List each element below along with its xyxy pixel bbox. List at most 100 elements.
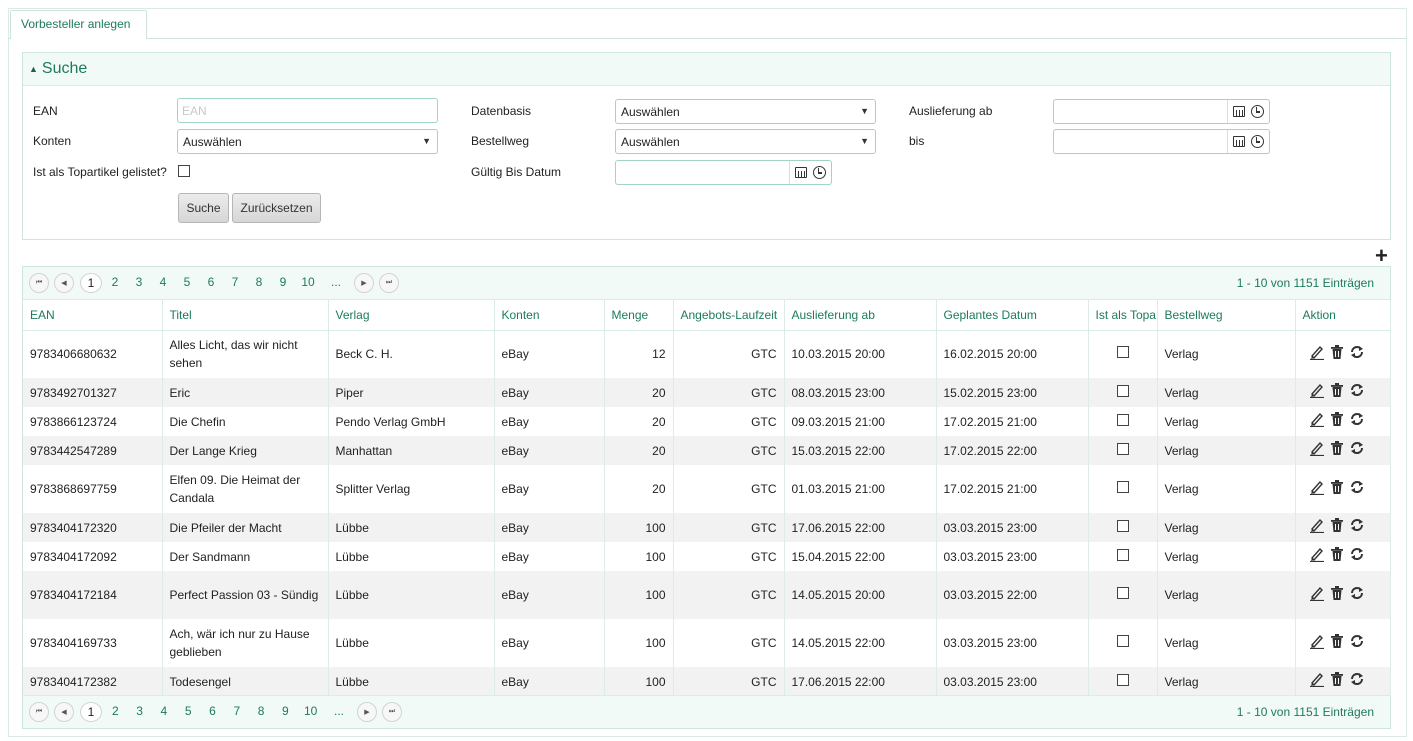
page-link-5[interactable]: 5 [176, 275, 198, 289]
table-row[interactable]: 9783404172382 Todesengel Lübbe eBay 100 GTC 17… [23, 667, 1391, 696]
table-row[interactable]: 9783866123724 Die Chefin Pendo Verlag GmbH… [23, 407, 1391, 436]
column-header[interactable]: Angebots-Laufzeit [673, 300, 785, 331]
page-link-7[interactable]: 7 [224, 275, 246, 289]
refresh-icon[interactable] [1349, 585, 1365, 606]
topartikel-row-checkbox[interactable] [1116, 635, 1129, 647]
column-header[interactable]: Ist als Topa [1088, 300, 1158, 331]
column-header[interactable]: EAN [23, 300, 163, 331]
topartikel-row-checkbox[interactable] [1116, 442, 1129, 455]
collapse-triangle-icon[interactable]: ▲ [29, 64, 38, 74]
page-link-2[interactable]: 2 [104, 275, 126, 289]
refresh-icon[interactable] [1349, 440, 1365, 461]
column-header[interactable]: Aktion [1295, 300, 1391, 331]
trash-icon[interactable] [1329, 479, 1345, 500]
first-page-icon[interactable]: ⏮ [29, 273, 49, 293]
column-header[interactable]: Geplantes Datum [936, 300, 1089, 331]
next-page-icon[interactable]: ▶ [357, 702, 377, 722]
tab-vorbesteller-anlegen[interactable]: Vorbesteller anlegen [10, 10, 147, 39]
bis-input[interactable] [1054, 130, 1224, 153]
trash-icon[interactable] [1329, 633, 1345, 654]
topartikel-row-checkbox[interactable] [1116, 587, 1129, 599]
trash-icon[interactable] [1329, 344, 1345, 365]
first-page-icon[interactable]: ⏮ [29, 702, 49, 722]
refresh-icon[interactable] [1349, 479, 1365, 500]
trash-icon[interactable] [1329, 546, 1345, 567]
trash-icon[interactable] [1329, 585, 1345, 606]
last-page-icon[interactable]: ⏭ [379, 273, 399, 293]
bis-date-field[interactable] [1053, 129, 1270, 154]
table-row[interactable]: 9783404172320 Die Pfeiler der Macht Lübbe e… [23, 513, 1391, 542]
page-link-2[interactable]: 2 [104, 704, 126, 718]
page-link-1[interactable]: 1 [80, 702, 102, 722]
topartikel-row-checkbox[interactable] [1116, 346, 1129, 359]
calendar-icon[interactable] [1233, 106, 1246, 117]
edit-icon[interactable] [1309, 479, 1325, 500]
page-link-9[interactable]: 9 [272, 275, 294, 289]
trash-icon[interactable] [1329, 671, 1345, 692]
trash-icon[interactable] [1329, 517, 1345, 538]
edit-icon[interactable] [1309, 440, 1325, 461]
column-header[interactable]: Bestellweg [1157, 300, 1296, 331]
table-row[interactable]: 9783404172184 Perfect Passion 03 - Sündig… [23, 571, 1391, 619]
ean-field[interactable] [177, 98, 438, 123]
refresh-icon[interactable] [1349, 382, 1365, 403]
edit-icon[interactable] [1309, 411, 1325, 432]
page-link-3[interactable]: 3 [128, 275, 150, 289]
search-header[interactable]: ▲ Suche [23, 53, 1390, 86]
clock-icon[interactable] [812, 166, 826, 179]
auslieferung-ab-date-field[interactable] [1053, 99, 1270, 124]
refresh-icon[interactable] [1349, 411, 1365, 432]
trash-icon[interactable] [1329, 382, 1345, 403]
edit-icon[interactable] [1309, 517, 1325, 538]
trash-icon[interactable] [1329, 440, 1345, 461]
refresh-icon[interactable] [1349, 671, 1365, 692]
edit-icon[interactable] [1309, 671, 1325, 692]
page-link-10[interactable]: 10 [300, 704, 322, 718]
clock-icon[interactable] [1250, 105, 1264, 118]
column-header[interactable]: Menge [604, 300, 674, 331]
page-link-6[interactable]: 6 [202, 704, 224, 718]
column-header[interactable]: Titel [162, 300, 329, 331]
bestellweg-select[interactable]: Auswählen ▼ [615, 129, 876, 154]
last-page-icon[interactable]: ⏭ [382, 702, 402, 722]
column-header[interactable]: Auslieferung ab [784, 300, 937, 331]
ean-input[interactable] [178, 99, 437, 122]
table-row[interactable]: 9783868697759 Elfen 09. Die Heimat der Ca… [23, 465, 1391, 513]
table-row[interactable]: 9783406680632 Alles Licht, das wir nicht … [23, 330, 1391, 378]
calendar-icon[interactable] [1233, 136, 1246, 147]
page-link-4[interactable]: 4 [152, 275, 174, 289]
reset-button[interactable]: Zurücksetzen [232, 193, 321, 223]
page-link-7[interactable]: 7 [226, 704, 248, 718]
refresh-icon[interactable] [1349, 344, 1365, 365]
topartikel-row-checkbox[interactable] [1116, 673, 1129, 686]
gueltig-bis-input[interactable] [616, 161, 786, 184]
topartikel-row-checkbox[interactable] [1116, 384, 1129, 397]
page-link-11[interactable]: ... [328, 704, 350, 718]
table-row[interactable]: 9783492701327 Eric Piper eBay 20 GTC 08.03.201… [23, 378, 1391, 407]
table-row[interactable]: 9783404172092 Der Sandmann Lübbe eBay 100 GTC… [23, 542, 1391, 571]
edit-icon[interactable] [1309, 344, 1325, 365]
topartikel-row-checkbox[interactable] [1116, 519, 1129, 532]
next-page-icon[interactable]: ▶ [354, 273, 374, 293]
plus-icon[interactable]: + [1375, 245, 1388, 267]
calendar-icon[interactable] [795, 167, 808, 178]
page-link-10[interactable]: 10 [297, 275, 319, 289]
topartikel-row-checkbox[interactable] [1116, 481, 1129, 493]
datenbasis-select[interactable]: Auswählen ▼ [615, 99, 876, 124]
edit-icon[interactable] [1309, 633, 1325, 654]
page-link-9[interactable]: 9 [274, 704, 296, 718]
page-link-3[interactable]: 3 [129, 704, 151, 718]
table-row[interactable]: 9783442547289 Der Lange Krieg Manhattan eBa… [23, 436, 1391, 465]
konten-select[interactable]: Auswählen ▼ [177, 129, 438, 154]
clock-icon[interactable] [1250, 135, 1264, 148]
edit-icon[interactable] [1309, 585, 1325, 606]
topartikel-row-checkbox[interactable] [1116, 548, 1129, 561]
page-link-5[interactable]: 5 [177, 704, 199, 718]
column-header[interactable]: Verlag [328, 300, 495, 331]
table-row[interactable]: 9783404169733 Ach, wär ich nur zu Hause g… [23, 619, 1391, 667]
edit-icon[interactable] [1309, 546, 1325, 567]
refresh-icon[interactable] [1349, 546, 1365, 567]
page-link-6[interactable]: 6 [200, 275, 222, 289]
topartikel-checkbox[interactable] [178, 165, 190, 177]
refresh-icon[interactable] [1349, 517, 1365, 538]
